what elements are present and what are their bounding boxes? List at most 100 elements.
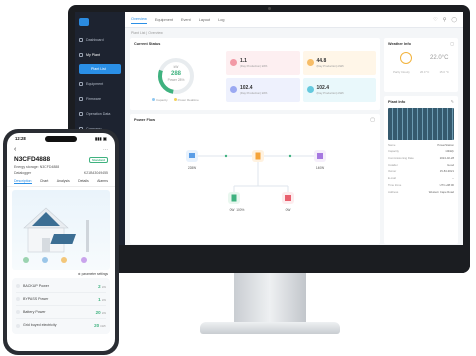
load-power: 140W [315,166,325,170]
energy-icon [230,59,237,66]
stat-grid: 1.1 (Day Production) kWh 44.8 (Day Product… [218,50,376,102]
weather-card: Weather Info ▢ 22.0°C Partly Cloudy 26.0… [384,38,458,92]
tab-layout[interactable]: Layout [199,16,210,24]
tab-overview[interactable]: Overview [131,15,147,24]
edit-icon[interactable]: ✎ [451,99,454,104]
battery-soc: 100% [236,208,245,212]
weather-high: 26.0 °C [419,70,430,74]
tab-equipment[interactable]: Equipment [155,16,173,24]
current-status-card: Current Status kW 288 Power 28% Capacity… [130,38,380,110]
status-badge: Standard [88,156,108,163]
stat-tile: 44.8 (Day Production) kWh [302,50,376,75]
datalogger-id: K21B43049455 [83,171,108,175]
phone-tabs: Description Chart Analysis Details Alarm… [7,176,115,187]
tab-log[interactable]: Log [218,16,224,24]
energy-icon [230,86,237,93]
dashboard-icon [79,38,83,42]
notification-icon[interactable]: ♡ [433,17,437,23]
plant-row: E-mail -- [388,176,454,181]
house-solar-graphic [23,207,89,263]
list-item: BYPASS Power 1 kW [16,293,106,306]
power-icon [16,284,20,289]
desktop-monitor: Dashboard My Plant Plant List Equipment … [68,5,470,273]
power-list: BACKUP Power 2 kW BYPASS Power 1 kW Batter… [12,278,110,334]
house-energy-illustration [12,190,110,270]
sidebar-item-equipment[interactable]: Equipment [75,78,125,90]
plant-row: Installer Good [388,162,454,167]
gauge-sub: Power 28% [167,78,185,82]
legend-capacity: Capacity [152,98,168,102]
stat-tile: 102.4 (Day Production) kWh [226,77,300,102]
energy-icon [306,86,314,93]
plant-row: Address Western Cape Road [388,189,454,194]
power-icon [16,297,20,302]
energy-icon [306,59,314,66]
mobile-screen: 12:28 ▮▮▮ ▣ ‹ ⋯ N3CFD4888 Standard Energ… [7,133,115,351]
tab-details[interactable]: Details [78,179,89,184]
plant-row: Name PowerStation [388,142,454,147]
sidebar-item-dashboard[interactable]: Dashboard [75,34,125,46]
top-tabs: Overview Equipment Event Layout Log ♡ ⚲ … [125,12,463,28]
plant-row: Owner 15-84-9021 [388,169,454,174]
temperature: 22.0°C [430,55,449,61]
dynamic-island [45,136,77,142]
monitor-stand [234,273,306,325]
sidebar-item-operation-data[interactable]: Operation Data [75,108,125,120]
monitor-base [200,322,340,334]
brand-logo [75,16,125,34]
camera-dot [268,7,271,10]
plant-row: Capacity 10kWp [388,149,454,154]
tab-alarms[interactable]: Alarms [97,179,108,184]
monitor-chin [68,245,470,273]
sidebar-subitem-plant-list[interactable]: Plant List [79,64,121,74]
gauge-value: 288 [170,70,181,77]
back-arrow-icon[interactable]: ‹ [14,146,16,153]
list-item: BACKUP Power 2 kW [16,280,106,293]
sidebar-item-firmware[interactable]: Firmware [75,93,125,105]
brand-logo-icon [79,18,89,26]
datalogger-label: Datalogger [14,171,32,175]
list-item: Battery Power 20 kW [16,306,106,319]
power-flow-card: Power Flow ▢ 228W 140W 0W 100% 0W [130,114,380,244]
tab-analysis[interactable]: Analysis [57,179,70,184]
firmware-icon [79,97,83,101]
parameter-settings-link[interactable]: ⚙ parameter settings [7,270,115,278]
tab-event[interactable]: Event [181,16,191,24]
tab-description[interactable]: Description [14,179,32,184]
plant-row: Time Zone UTC+08:00 [388,182,454,187]
list-item: Grid buyed electricity 20 kWh [16,319,106,332]
plant-photo [388,108,454,140]
signal-icon: ▮▮▮ ▣ [94,136,107,141]
grid-power: 0W [285,208,291,212]
weather-low: 15.0 °C [439,70,449,74]
stat-tile: 1.1 (Day Production) kWh [226,50,300,75]
expand-icon[interactable]: ▢ [450,41,454,46]
battery-icon [16,310,20,315]
plant-info-card: Plant Info ✎ Name PowerStation Capacity 10… [384,96,458,244]
data-icon [79,112,83,116]
sidebar-item-my-plant[interactable]: My Plant [75,49,125,61]
stat-tile: 102.4 (Day Production) kWh [302,77,376,102]
user-icon[interactable]: ◯ [451,17,457,23]
sun-icon [400,52,412,64]
pv-power: 228W [187,166,197,170]
main-content: Overview Equipment Event Layout Log ♡ ⚲ … [125,12,463,245]
dashboard-screen: Dashboard My Plant Plant List Equipment … [75,12,463,245]
plant-row: Commissioning Date 2024-02-28 [388,156,454,161]
device-title: N3CFD4888 Standard [7,155,115,164]
power-flow-diagram [186,150,326,204]
grid-icon [16,323,20,328]
plant-icon [79,53,83,57]
tab-chart[interactable]: Chart [40,179,49,184]
equipment-icon [79,82,83,86]
phone-time: 12:28 [15,136,26,141]
breadcrumb: Plant List | Overview [131,31,163,35]
weather-desc: Partly Cloudy [393,70,410,74]
location-icon[interactable]: ⚲ [443,17,447,23]
weather-title: Weather Info [388,42,411,46]
legend-power: Power Realtime [173,98,199,102]
battery-power: 0W 100% [229,208,245,212]
power-gauge: kW 288 Power 28% Capacity Power Realtime [134,48,218,104]
more-icon[interactable]: ⋯ [103,147,108,153]
mobile-phone: 12:28 ▮▮▮ ▣ ‹ ⋯ N3CFD4888 Standard Energ… [3,129,119,355]
